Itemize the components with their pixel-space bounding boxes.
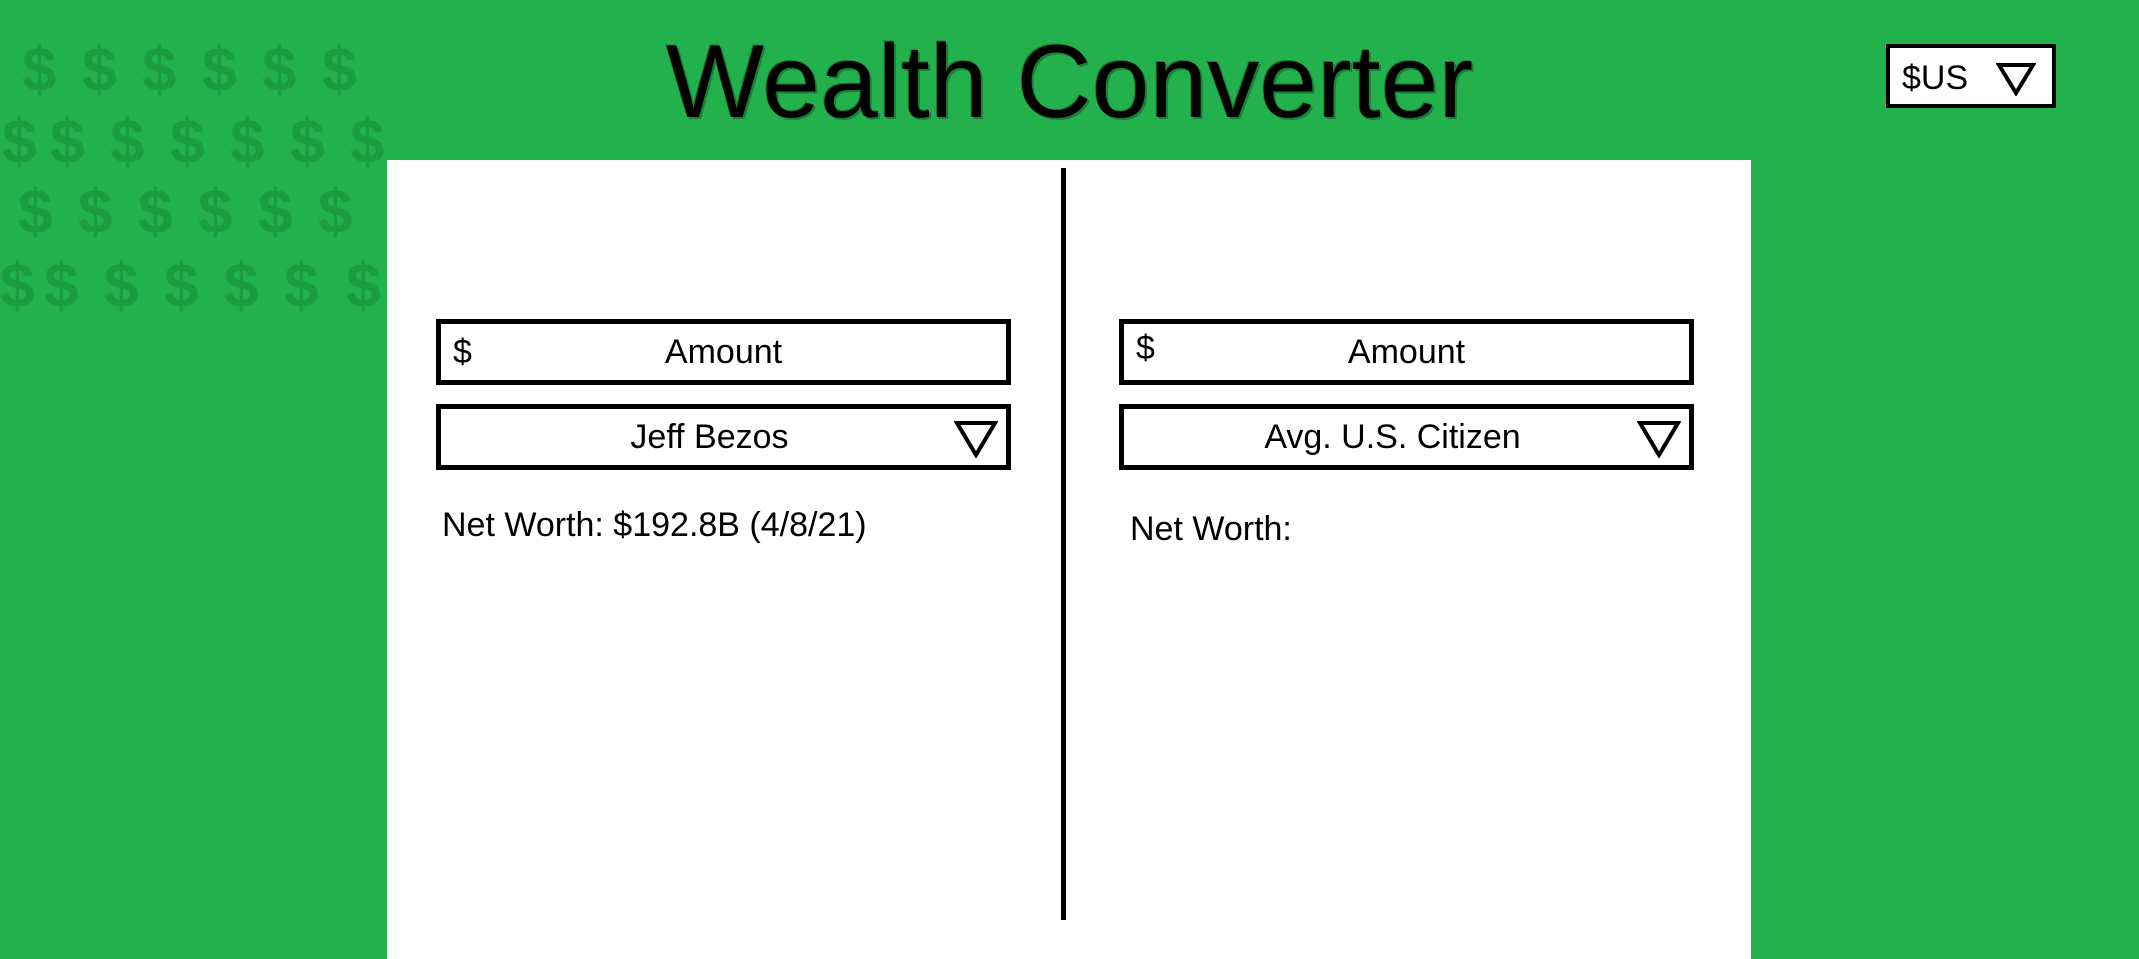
dollar-sign-icon: $: [346, 252, 381, 321]
triangle-down-icon: [1637, 421, 1681, 458]
dollar-sign-icon: $: [318, 178, 353, 247]
currency-select[interactable]: $US: [1886, 44, 2056, 108]
dollar-sign-icon: $: [18, 178, 53, 247]
right-net-worth: Net Worth:: [1130, 510, 1292, 548]
left-net-worth: Net Worth: $192.8B (4/8/21): [442, 506, 867, 544]
right-amount-placeholder: Amount: [1347, 332, 1466, 371]
currency-select-value: $US: [1902, 59, 1969, 97]
triangle-down-icon: [1996, 63, 2036, 96]
dollar-sign-icon: $: [284, 252, 319, 321]
dollar-sign-icon: $: [44, 252, 79, 321]
left-amount-input[interactable]: $ Amount: [436, 319, 1011, 385]
dollar-sign-icon: $: [164, 252, 199, 321]
right-person-select[interactable]: Avg. U.S. Citizen: [1119, 404, 1694, 470]
page-title: Wealth Converter: [665, 24, 1474, 140]
triangle-down-icon: [954, 421, 998, 458]
left-amount-placeholder: Amount: [664, 332, 783, 371]
right-person-select-value: Avg. U.S. Citizen: [1264, 417, 1521, 456]
right-amount-input[interactable]: $ Amount: [1119, 319, 1694, 385]
left-person-select[interactable]: Jeff Bezos: [436, 404, 1011, 470]
dollar-sign-icon: $: [198, 178, 233, 247]
dollar-sign-icon: $: [104, 252, 139, 321]
dollar-sign-icon: $: [224, 252, 259, 321]
app: { "header": { "title": "Wealth Converter…: [0, 0, 2139, 959]
converter-panel: $ Amount Jeff Bezos Net Worth: $192.8B (…: [387, 160, 1751, 959]
dollar-sign-icon: $: [258, 178, 293, 247]
left-person-select-value: Jeff Bezos: [630, 417, 789, 456]
dollar-sign-icon: $: [138, 178, 173, 247]
dollar-sign-icon: $: [0, 252, 35, 321]
panel-divider: [1061, 168, 1066, 920]
dollar-sign-icon: $: [78, 178, 113, 247]
